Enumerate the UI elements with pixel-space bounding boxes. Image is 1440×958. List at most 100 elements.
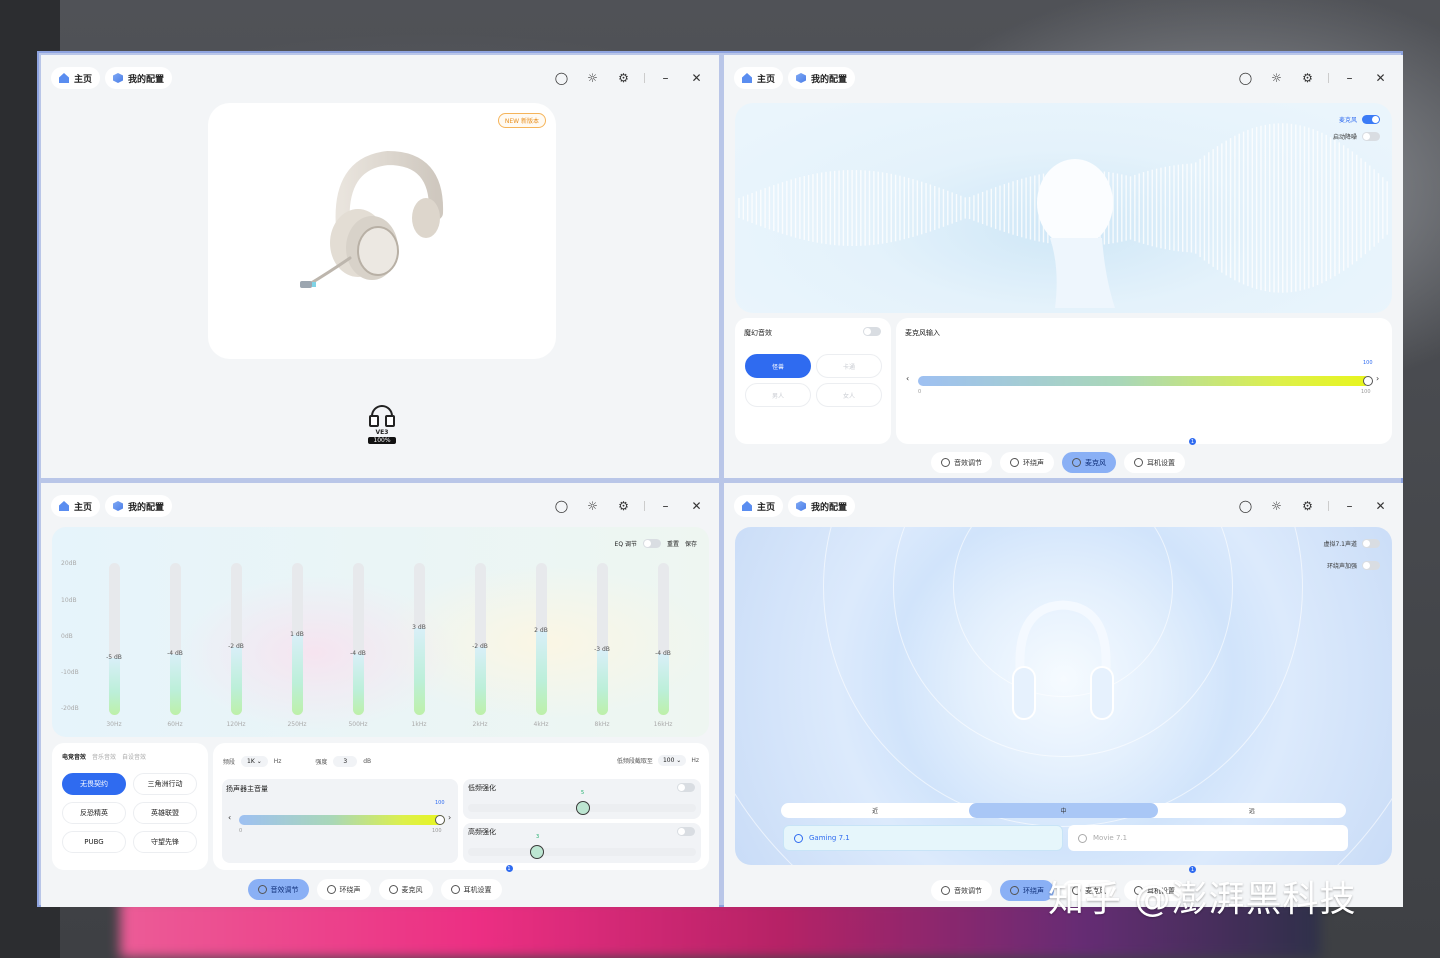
preset-button[interactable]: PUBG [62,831,126,853]
nav-surround[interactable]: 环绕声 [1000,452,1054,473]
minimize-icon[interactable]: – [655,495,676,516]
master-slider-thumb[interactable] [435,815,445,825]
gain-input[interactable]: 3 [333,756,358,767]
close-icon[interactable]: ✕ [686,495,707,516]
voice-monster-button[interactable]: 怪兽 [745,354,811,378]
user-icon[interactable]: ◯ [1235,495,1256,516]
nav-surround[interactable]: 环绕声 [1000,880,1054,901]
home-tab[interactable]: 主页 [51,67,101,89]
user-icon[interactable]: ◯ [1235,67,1256,88]
virtual71-toggle[interactable] [1362,539,1380,548]
preset-button[interactable]: 反恐精英 [62,802,126,824]
mic-toggle[interactable] [1362,115,1380,124]
chevron-right-icon[interactable]: › [448,813,451,822]
eq-band-fill [536,631,547,715]
chevron-right-icon[interactable]: › [1376,374,1379,383]
mic-volume-slider[interactable] [918,376,1370,386]
nav-settings[interactable]: 耳机设置 [1124,452,1185,473]
preset-button[interactable]: 无畏契约 [62,773,126,795]
config-tab[interactable]: 我的配置 [105,67,173,89]
eq-reset-button[interactable]: 重置 [667,539,679,548]
voice-female-button[interactable]: 女人 [816,383,882,407]
bass-slider-thumb[interactable] [576,801,590,815]
eq-band-slider[interactable] [597,563,608,715]
brightness-icon[interactable]: ☼ [1266,495,1287,516]
voice-cartoon-button[interactable]: 卡通 [816,354,882,378]
minimize-icon[interactable]: – [1339,67,1360,88]
nav-mic[interactable]: 麦克风 [378,879,433,900]
nav-sound[interactable]: 音效调节 [931,452,992,473]
nav-settings[interactable]: 耳机设置 [440,879,502,900]
glass-headphones-image [1012,600,1114,720]
tab-music[interactable]: 音乐音效 [92,752,116,761]
close-icon[interactable]: ✕ [686,67,707,88]
config-tab[interactable]: 我的配置 [105,495,173,517]
noise-toggle[interactable] [1362,132,1380,141]
user-icon[interactable]: ◯ [551,67,572,88]
settings-icon[interactable]: ⚙ [613,67,634,88]
preset-button[interactable]: 英雄联盟 [133,802,197,824]
eq-save-button[interactable]: 保存 [685,539,697,548]
master-min: 0 [239,828,243,834]
mode-gaming[interactable]: Gaming 7.1 [783,825,1063,851]
distance-near[interactable]: 近 [781,803,969,818]
brightness-icon[interactable]: ☼ [582,67,603,88]
nav-sound[interactable]: 音效调节 [931,880,992,901]
device-indicator[interactable]: VE3 100% [368,405,396,444]
eq-toggle[interactable] [642,539,661,548]
brightness-icon[interactable]: ☼ [582,495,603,516]
eq-band-slider[interactable] [475,563,486,715]
distance-far[interactable]: 远 [1158,803,1346,818]
eq-band-slider[interactable] [658,563,669,715]
eq-band-slider[interactable] [292,563,303,715]
eq-band-slider[interactable] [170,563,181,715]
close-icon[interactable]: ✕ [1370,67,1391,88]
minimize-icon[interactable]: – [655,67,676,88]
new-version-badge[interactable]: NEW 新版本 [497,113,546,128]
mode-movie[interactable]: Movie 7.1 [1068,825,1348,851]
home-tab[interactable]: 主页 [734,67,784,89]
settings-icon[interactable]: ⚙ [1297,67,1318,88]
config-tab[interactable]: 我的配置 [788,495,856,517]
titlebar: 主页 我的配置 ◯ ☼ ⚙ – ✕ [724,55,1403,99]
settings-icon[interactable]: ⚙ [613,495,634,516]
user-icon[interactable]: ◯ [551,495,572,516]
lowcut-select[interactable]: 100 ⌄ [657,755,687,766]
preset-button[interactable]: 守望先锋 [133,831,197,853]
treble-slider[interactable] [468,848,696,856]
eq-band-slider[interactable] [231,563,242,715]
master-volume-slider[interactable] [239,815,445,825]
close-icon[interactable]: ✕ [1370,495,1391,516]
minimize-icon[interactable]: – [1339,495,1360,516]
treble-boost-toggle[interactable] [677,827,695,836]
surround-boost-toggle[interactable] [1362,561,1380,570]
nav-surround[interactable]: 环绕声 [316,879,371,900]
eq-band-slider[interactable] [353,563,364,715]
chevron-left-icon[interactable]: ‹ [228,813,231,822]
eq-band-slider[interactable] [109,563,120,715]
settings-icon[interactable]: ⚙ [1297,495,1318,516]
chevron-left-icon[interactable]: ‹ [906,374,909,383]
freq-select[interactable]: 1K ⌄ [241,756,268,767]
voice-fx-toggle[interactable] [863,327,881,336]
eq-band-frequency: 2kHz [472,721,488,728]
eq-band-frequency: 250Hz [287,721,307,728]
treble-slider-thumb[interactable] [530,845,544,859]
config-tab[interactable]: 我的配置 [788,67,856,89]
tab-custom[interactable]: 自设音效 [122,752,146,761]
nav-sound[interactable]: 音效调节 [247,879,309,900]
preset-button[interactable]: 三角洲行动 [133,773,197,795]
y-label: -20dB [61,705,79,712]
brightness-icon[interactable]: ☼ [1266,67,1287,88]
distance-mid[interactable]: 中 [969,803,1158,818]
home-tab[interactable]: 主页 [734,495,784,517]
voice-male-button[interactable]: 男人 [745,383,811,407]
eq-band-slider[interactable] [414,563,425,715]
home-tab[interactable]: 主页 [51,495,101,517]
bass-boost-toggle[interactable] [677,783,695,792]
mic-slider-thumb[interactable] [1363,376,1373,386]
y-label: 10dB [61,597,77,604]
nav-mic[interactable]: 麦克风 [1062,452,1116,473]
eq-band-slider[interactable] [536,563,547,715]
tab-esports[interactable]: 电竞音效 [62,752,86,761]
